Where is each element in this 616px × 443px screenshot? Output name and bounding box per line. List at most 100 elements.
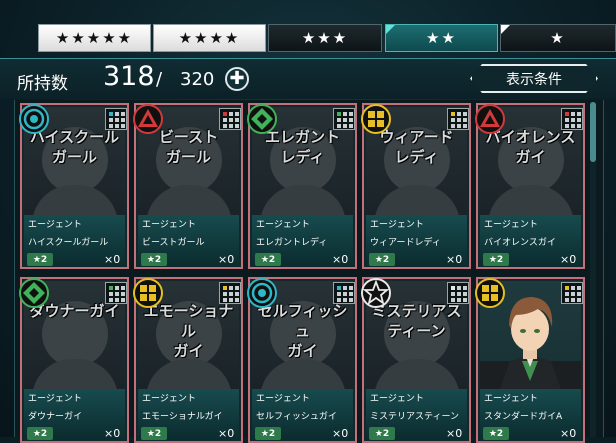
card-info-panel: エージェントエレガントレディ ★2 ×0 bbox=[252, 215, 353, 267]
rank-badge: ★2 bbox=[255, 427, 281, 440]
agent-card[interactable]: バイオレンス ガイ エージェント バイオレンスガイ ★2 ×0 bbox=[474, 103, 585, 269]
yellow-square-emblem-icon bbox=[132, 277, 164, 309]
grid-icon bbox=[105, 282, 127, 304]
card-name: エレガントレディ bbox=[256, 238, 328, 248]
card-role: エージェント bbox=[28, 394, 82, 404]
card-info-panel: エージェントハイスクールガール ★2 ×0 bbox=[24, 215, 125, 267]
owned-count-value: 318 bbox=[103, 61, 155, 92]
rank-badge: ★2 bbox=[141, 253, 167, 266]
card-info-panel: エージェント ビーストガール ★2 ×0 bbox=[138, 215, 239, 267]
card-name: ハイスクールガール bbox=[28, 238, 109, 248]
white-star-emblem-icon bbox=[360, 277, 392, 309]
card-info-panel: エージェントウィアードレディ ★2 ×0 bbox=[366, 215, 467, 267]
card-info-panel: エージェントセルフィッシュガイ ★2 ×0 bbox=[252, 389, 353, 441]
card-info-panel: エージェント ダウナーガイ ★2 ×0 bbox=[24, 389, 125, 441]
card-role: エージェント bbox=[484, 394, 538, 404]
quantity: ×0 bbox=[104, 253, 121, 266]
green-diamond-emblem-icon bbox=[246, 103, 278, 135]
card-name: ウィアードレディ bbox=[370, 238, 441, 248]
owned-count-max: 320 bbox=[180, 69, 215, 90]
agent-card[interactable]: ハイスクール ガール エージェント ハイスクールガール ★2 ×0 bbox=[18, 103, 129, 269]
grid-icon bbox=[561, 282, 583, 304]
quantity: ×0 bbox=[332, 427, 349, 440]
card-role: エージェント bbox=[370, 220, 424, 230]
card-role: エージェント bbox=[370, 394, 424, 404]
grid-icon bbox=[105, 108, 127, 130]
card-name: スタンダードガイA bbox=[484, 412, 563, 422]
filter-conditions-button[interactable]: 表示条件 bbox=[470, 64, 598, 93]
rank-badge: ★2 bbox=[483, 253, 509, 266]
card-role: エージェント bbox=[256, 394, 310, 404]
rank-badge: ★2 bbox=[369, 427, 395, 440]
grid-icon bbox=[447, 282, 469, 304]
card-role: エージェント bbox=[256, 220, 310, 230]
card-name: ミステリアスティーン bbox=[370, 412, 460, 422]
expand-capacity-button[interactable]: ✚ bbox=[225, 67, 249, 91]
card-role: エージェント bbox=[484, 220, 538, 230]
grid-icon bbox=[333, 282, 355, 304]
tab-two-star[interactable]: ★★ bbox=[385, 24, 498, 52]
card-info-panel: エージェントスタンダードガイA ★2 ×0 bbox=[480, 389, 581, 441]
card-info-panel: エージェントミステリアスティーン ★2 ×0 bbox=[366, 389, 467, 441]
card-role: エージェント bbox=[28, 220, 82, 230]
tab-one-star[interactable]: ★ bbox=[500, 24, 616, 52]
rank-badge: ★2 bbox=[369, 253, 395, 266]
owned-count-separator: / bbox=[156, 69, 163, 90]
grid-icon bbox=[561, 108, 583, 130]
agent-card[interactable]: セルフィッシュ ガイエージェントセルフィッシュガイ ★2 ×0 bbox=[246, 277, 357, 443]
agent-card[interactable]: ビースト ガール エージェント ビーストガール ★2 ×0 bbox=[132, 103, 243, 269]
tab-label: ★★★ bbox=[301, 29, 349, 47]
agent-card[interactable]: エージェントスタンダードガイA ★2 ×0 bbox=[474, 277, 585, 443]
card-info-panel: エージェントバイオレンスガイ ★2 ×0 bbox=[480, 215, 581, 267]
header-bar: 所持数 318 / 320 ✚ 表示条件 bbox=[0, 58, 616, 99]
agent-card[interactable]: ダウナーガイ エージェント ダウナーガイ ★2 ×0 bbox=[19, 277, 129, 443]
yellow-square-emblem-icon bbox=[474, 277, 506, 309]
cyan-circle-emblem-icon bbox=[246, 277, 278, 309]
agent-card[interactable]: エモーショナル ガイエージェントエモーショナルガイ ★2 ×0 bbox=[132, 277, 243, 443]
rank-badge: ★2 bbox=[27, 253, 53, 266]
red-triangle-emblem-icon bbox=[132, 103, 164, 135]
quantity: ×0 bbox=[446, 427, 463, 440]
rank-badge: ★2 bbox=[141, 427, 167, 440]
scrollbar[interactable] bbox=[590, 102, 596, 437]
cyan-circle-emblem-icon bbox=[18, 103, 50, 135]
tab-five-star[interactable]: ★★★★★ bbox=[38, 24, 151, 52]
quantity: ×0 bbox=[218, 253, 235, 266]
card-role: エージェント bbox=[142, 220, 196, 230]
quantity: ×0 bbox=[446, 253, 463, 266]
scrollbar-thumb[interactable] bbox=[590, 102, 596, 162]
rank-badge: ★2 bbox=[255, 253, 281, 266]
yellow-square-emblem-icon bbox=[360, 103, 392, 135]
tab-label: ★★ bbox=[426, 29, 457, 47]
card-name: エモーショナルガイ bbox=[142, 412, 223, 422]
grid-icon bbox=[447, 108, 469, 130]
card-name: セルフィッシュガイ bbox=[256, 412, 337, 422]
card-role: エージェント bbox=[142, 394, 196, 404]
quantity: ×0 bbox=[104, 427, 121, 440]
card-info-panel: エージェントエモーショナルガイ ★2 ×0 bbox=[138, 389, 239, 441]
card-name: ビーストガール bbox=[142, 238, 205, 248]
plus-icon: ✚ bbox=[229, 68, 245, 89]
tab-four-star[interactable]: ★★★★ bbox=[153, 24, 266, 52]
quantity: ×0 bbox=[560, 253, 577, 266]
red-triangle-emblem-icon bbox=[474, 103, 506, 135]
tab-three-star[interactable]: ★★★ bbox=[268, 24, 382, 52]
grid-icon bbox=[219, 282, 241, 304]
owned-count-label: 所持数 bbox=[17, 74, 68, 94]
tab-label: ★★★★ bbox=[178, 29, 241, 47]
tab-label: ★★★★★ bbox=[55, 29, 134, 47]
card-display-name: セルフィッシュ ガイ bbox=[257, 302, 348, 360]
card-name: ダウナーガイ bbox=[28, 412, 83, 422]
quantity: ×0 bbox=[332, 253, 349, 266]
quantity: ×0 bbox=[218, 427, 235, 440]
tab-label: ★ bbox=[550, 29, 566, 47]
filter-button-label: 表示条件 bbox=[506, 71, 562, 88]
agent-card[interactable]: エレガント レディ エージェント エレガントレディ ★2 ×0 bbox=[246, 103, 357, 269]
card-name: バイオレンスガイ bbox=[484, 238, 556, 248]
card-display-name: エモーショナル ガイ bbox=[143, 302, 234, 360]
quantity: ×0 bbox=[560, 427, 577, 440]
grid-icon bbox=[333, 108, 355, 130]
agent-card[interactable]: ウィアード レディ エージェント ウィアードレディ ★2 ×0 bbox=[360, 103, 471, 269]
agent-card[interactable]: ミステリアス ティーン エージェント ミステリアスティーン ★2 ×0 bbox=[360, 277, 471, 443]
rank-badge: ★2 bbox=[483, 427, 509, 440]
